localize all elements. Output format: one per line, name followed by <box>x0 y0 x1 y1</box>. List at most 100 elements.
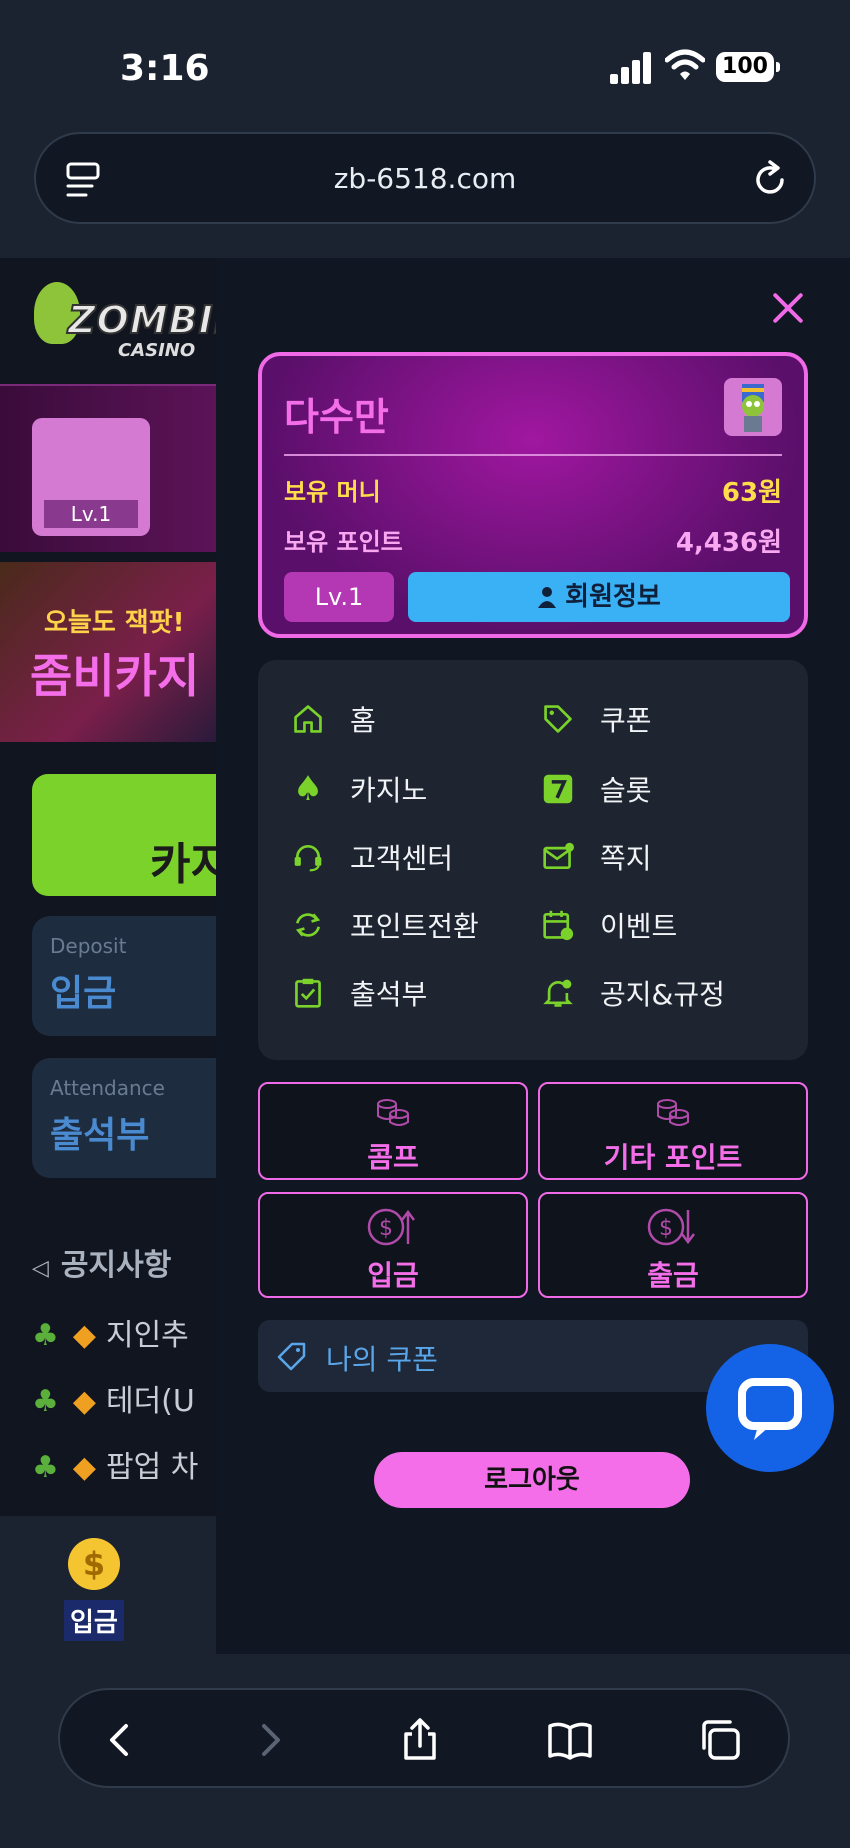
calendar-icon <box>540 907 576 943</box>
battery-icon: 100 <box>716 52 780 82</box>
menu-label: 카지노 <box>350 774 428 807</box>
level-badge: Lv.1 <box>44 500 138 528</box>
diamond-icon: ◆ <box>72 1384 96 1419</box>
deposit-icon: $ <box>367 1208 415 1246</box>
deposit-card-en: Deposit <box>50 934 127 958</box>
banner-line1: 오늘도 잭팟! <box>44 608 185 638</box>
menu-label: 공지&규정 <box>600 978 725 1011</box>
person-icon <box>538 587 557 608</box>
bottom-deposit-label: 입금 <box>64 1600 124 1641</box>
menu-item-notice[interactable]: 공지&규정 <box>540 968 725 1018</box>
tag-icon <box>277 1342 306 1371</box>
slot-seven-icon <box>540 771 576 807</box>
bottom-deposit-button[interactable]: $ 입금 <box>64 1538 136 1641</box>
site-logo[interactable]: ZOMBIE CASINO <box>28 276 216 366</box>
comp-button[interactable]: 콤프 <box>258 1082 528 1180</box>
coin-stack-icon <box>657 1099 689 1126</box>
menu-item-point-exchange[interactable]: 포인트전환 <box>290 900 479 950</box>
attendance-card-ko: 출석부 <box>50 1115 150 1156</box>
notice-row[interactable]: ♣ ◆ 지인추 <box>32 1310 189 1354</box>
notice-text: 팝업 차 <box>105 1450 199 1485</box>
notice-text: 테더(U <box>105 1384 195 1419</box>
avatar: Lv.1 <box>32 418 150 536</box>
close-icon[interactable] <box>768 288 808 328</box>
attendance-card-en: Attendance <box>50 1076 165 1100</box>
other-points-label: 기타 포인트 <box>603 1141 743 1174</box>
menu-label: 이벤트 <box>600 910 678 943</box>
mail-icon <box>540 839 576 875</box>
notice-row[interactable]: ♣ ◆ 팝업 차 <box>32 1442 198 1486</box>
address-bar[interactable]: zb-6518.com <box>34 132 816 224</box>
avatar <box>724 378 782 436</box>
bell-icon <box>540 975 576 1011</box>
comp-label: 콤프 <box>367 1141 419 1174</box>
menu-item-home[interactable]: 홈 <box>290 694 376 744</box>
diamond-icon: ◆ <box>72 1450 96 1485</box>
divider <box>284 454 782 456</box>
point-value: 4,436원 <box>675 528 782 558</box>
status-bar: 3:16 100 <box>0 0 850 130</box>
menu-label: 슬롯 <box>600 774 652 807</box>
banner-line2: 좀비카지 <box>30 649 200 703</box>
toolbar-pill <box>58 1688 790 1788</box>
club-icon: ♣ <box>32 1318 59 1353</box>
casino-button[interactable]: 카지 <box>32 774 216 896</box>
exchange-icon <box>290 907 326 943</box>
chat-bubble-icon <box>738 1378 802 1440</box>
browser-toolbar <box>0 1654 850 1848</box>
background-page: ZOMBIE CASINO Lv.1 오늘도 잭팟! 좀비카지 카지 Depos… <box>0 258 216 1654</box>
menu-item-coupon[interactable]: 쿠폰 <box>540 694 652 744</box>
cellular-signal-icon <box>610 52 652 84</box>
svg-text:$: $ <box>659 1216 673 1241</box>
wifi-icon <box>665 49 705 80</box>
notice-text: 지인추 <box>105 1318 189 1353</box>
forward-icon[interactable] <box>246 1716 294 1764</box>
spade-icon: ♠ <box>292 769 324 809</box>
diamond-icon: ◆ <box>72 1318 96 1353</box>
share-icon[interactable] <box>396 1716 444 1764</box>
member-info-button[interactable]: 회원정보 <box>408 572 790 622</box>
menu-label: 쿠폰 <box>600 704 652 737</box>
screen: 3:16 100 zb-6518.com ZOMBIE CASINO <box>0 0 850 1848</box>
deposit-card-ko: 입금 <box>50 973 117 1014</box>
my-coupon-label: 나의 쿠폰 <box>326 1343 438 1376</box>
coin-icon: $ <box>68 1538 120 1590</box>
deposit-button[interactable]: $ 입금 <box>258 1192 528 1298</box>
deposit-card[interactable]: Deposit 입금 <box>32 916 216 1036</box>
tag-icon <box>540 701 576 737</box>
menu-item-casino[interactable]: ♠ 카지노 <box>290 764 428 814</box>
logout-button[interactable]: 로그아웃 <box>374 1452 690 1508</box>
headset-icon <box>290 839 326 875</box>
url-text[interactable]: zb-6518.com <box>36 162 814 195</box>
menu-label: 출석부 <box>350 978 428 1011</box>
money-label: 보유 머니 <box>284 478 381 506</box>
menu-item-support[interactable]: 고객센터 <box>290 832 453 882</box>
home-icon <box>290 701 326 737</box>
background-profile: Lv.1 <box>0 384 216 552</box>
attendance-card[interactable]: Attendance 출석부 <box>32 1058 216 1178</box>
coin-stack-icon <box>377 1099 409 1126</box>
back-icon[interactable] <box>96 1716 144 1764</box>
menu-item-attendance[interactable]: 출석부 <box>290 968 427 1018</box>
promo-banner[interactable]: 오늘도 잭팟! 좀비카지 <box>0 562 216 742</box>
menu-label: 포인트전환 <box>350 910 479 943</box>
status-time: 3:16 <box>120 48 210 89</box>
menu-label: 쪽지 <box>600 842 652 875</box>
bookmarks-icon[interactable] <box>546 1716 594 1764</box>
deposit-label: 입금 <box>367 1259 419 1292</box>
point-label: 보유 포인트 <box>284 528 403 556</box>
other-points-button[interactable]: 기타 포인트 <box>538 1082 808 1180</box>
tabs-icon[interactable] <box>696 1716 744 1764</box>
reload-icon[interactable] <box>748 158 792 202</box>
menu-item-slot[interactable]: 슬롯 <box>540 764 652 814</box>
notice-row[interactable]: ♣ ◆ 테더(U <box>32 1376 195 1420</box>
member-info-label: 회원정보 <box>565 582 661 612</box>
zombie-pharaoh-icon <box>742 384 764 432</box>
menu-item-event[interactable]: 이벤트 <box>540 900 677 950</box>
chat-button[interactable] <box>706 1344 834 1472</box>
menu-label: 고객센터 <box>350 842 454 875</box>
menu-panel: 홈 ♠ 카지노 고객센터 포인트전환 출석부 쿠폰 슬롯 쪽지 이벤트 공지&규… <box>258 660 808 1060</box>
menu-item-message[interactable]: 쪽지 <box>540 832 652 882</box>
withdraw-button[interactable]: $ 출금 <box>538 1192 808 1298</box>
clipboard-check-icon <box>290 975 326 1011</box>
